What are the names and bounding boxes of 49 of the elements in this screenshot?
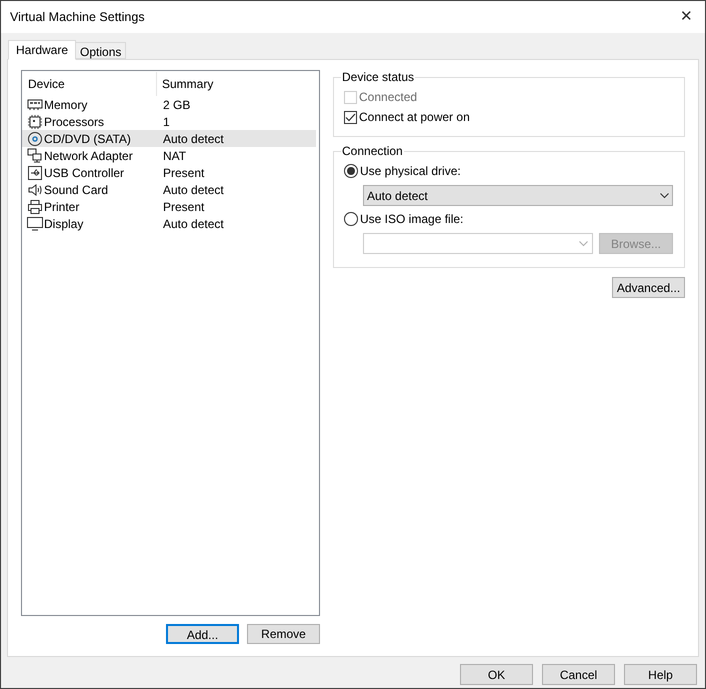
drive-dropdown[interactable]: Auto detect — [363, 185, 673, 206]
device-name: USB Controller — [44, 164, 124, 182]
printer-icon — [27, 198, 43, 214]
remove-button[interactable]: Remove — [247, 624, 320, 644]
close-button[interactable]: ✕ — [680, 6, 693, 28]
device-summary: Present — [162, 164, 204, 182]
device-summary: 2 GB — [162, 96, 190, 114]
chip-icon — [27, 114, 43, 130]
checkbox-label: Connected — [359, 89, 418, 106]
column-header[interactable]: Summary — [157, 72, 316, 96]
radio-button[interactable] — [344, 164, 358, 178]
device-name: Sound Card — [44, 182, 108, 198]
chevron-down-icon — [660, 192, 669, 198]
memory-icon — [27, 96, 43, 112]
window-title: Virtual Machine Settings — [10, 8, 145, 26]
help-button[interactable]: Help — [624, 664, 697, 685]
device-summary: Present — [162, 198, 204, 216]
radio-label: Use physical drive: — [360, 163, 461, 180]
disc-icon — [27, 130, 43, 146]
group-title: Connection — [341, 144, 404, 158]
usb-icon — [27, 164, 43, 180]
device-name: Display — [44, 216, 84, 232]
chevron-down-icon — [579, 240, 588, 246]
ok-button[interactable]: OK — [460, 664, 533, 685]
device-name: Processors — [44, 114, 104, 130]
add-button[interactable]: Add... — [166, 624, 239, 644]
device-summary: NAT — [162, 148, 186, 164]
radio-label: Use ISO image file: — [360, 211, 464, 228]
tab[interactable]: Options — [76, 42, 126, 59]
device-name: Network Adapter — [44, 148, 133, 164]
device-name: Printer — [44, 198, 80, 216]
network-icon — [27, 148, 43, 164]
cancel-button[interactable]: Cancel — [542, 664, 615, 685]
device-row[interactable]: CD/DVD (SATA) Auto detect — [22, 130, 316, 147]
group-title: Device status — [341, 70, 416, 84]
advanced-button[interactable]: Advanced... — [612, 277, 685, 298]
device-summary: Auto detect — [162, 130, 224, 148]
device-name: Memory — [44, 96, 88, 114]
device-summary: 1 — [162, 114, 170, 130]
monitor-icon — [27, 216, 43, 232]
checkbox-label: Connect at power on — [359, 109, 470, 126]
checkbox[interactable] — [344, 110, 357, 124]
device-summary: Auto detect — [162, 216, 224, 232]
iso-file-field[interactable] — [363, 233, 593, 254]
radio-button[interactable] — [344, 212, 358, 226]
speaker-icon — [27, 182, 43, 198]
device-name: CD/DVD (SATA) — [44, 130, 131, 148]
device-summary: Auto detect — [162, 182, 224, 198]
tab[interactable]: Hardware — [8, 40, 76, 60]
